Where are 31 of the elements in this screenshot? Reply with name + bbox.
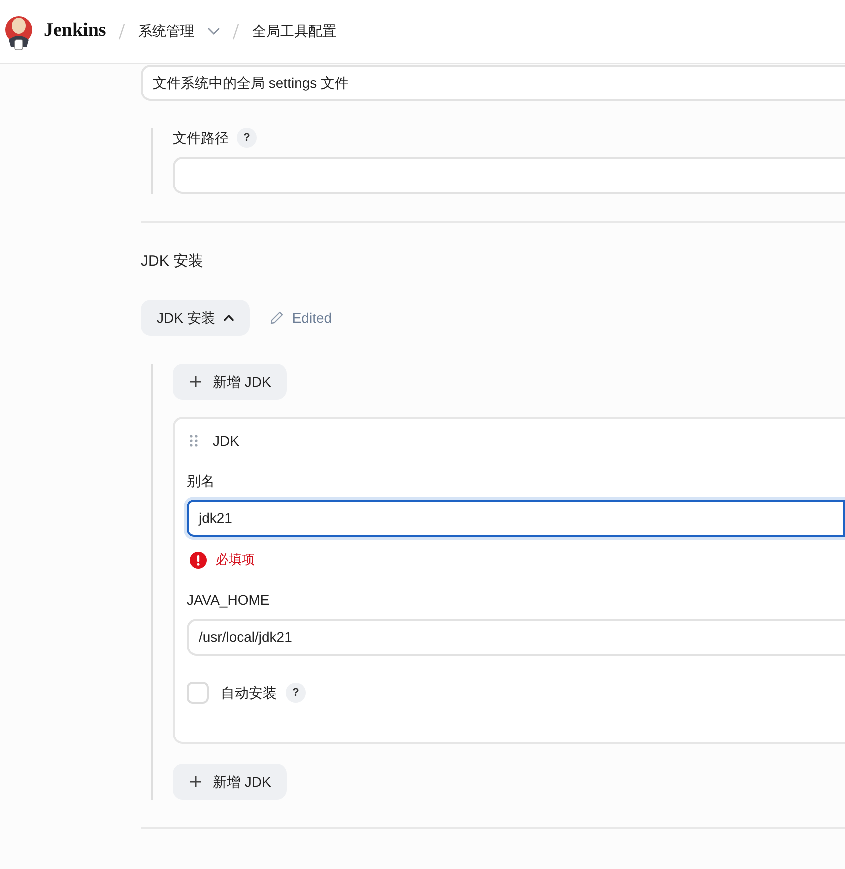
add-jdk-button[interactable]: 新增 JDK <box>173 364 288 400</box>
input-field[interactable]: /usr/local/jdk21 <box>187 619 845 656</box>
field-label: 别名 <box>187 472 215 490</box>
field-label: 文件路径 <box>173 128 229 148</box>
breadcrumb-link[interactable]: 系统管理 <box>138 21 220 42</box>
plus-icon <box>190 776 202 788</box>
error-message: 必填项 <box>216 551 255 570</box>
separator-icon <box>119 24 126 40</box>
separator-icon <box>233 24 240 40</box>
edited-status: Edited <box>292 308 332 328</box>
chevron-down-icon <box>208 28 220 35</box>
chevron-up-icon <box>224 315 234 321</box>
checkbox[interactable] <box>187 682 209 704</box>
section-heading: JDK 安装 <box>141 252 204 272</box>
add-jdk-button[interactable]: 新增 JDK <box>173 764 288 800</box>
error-icon <box>190 552 207 568</box>
help-button[interactable]: ? <box>237 128 257 148</box>
logo-icon[interactable] <box>5 14 33 50</box>
checkbox-label: 自动安装 <box>221 684 277 702</box>
pencil-icon <box>270 311 284 325</box>
card-title: JDK <box>213 432 240 450</box>
help-button[interactable]: ? <box>286 683 306 703</box>
plus-icon <box>190 376 202 388</box>
brand-title[interactable]: Jenkins <box>44 17 106 46</box>
field-label: JAVA_HOME <box>187 591 270 609</box>
input-field[interactable] <box>173 157 845 194</box>
input-field[interactable]: jdk21 <box>184 497 845 540</box>
drag-handle-icon[interactable] <box>190 435 198 447</box>
settings-source-select[interactable]: 文件系统中的全局 settings 文件 <box>141 65 845 101</box>
breadcrumb-link[interactable]: 全局工具配置 <box>252 21 336 42</box>
section-toggle-button[interactable]: JDK 安装 <box>141 300 250 336</box>
